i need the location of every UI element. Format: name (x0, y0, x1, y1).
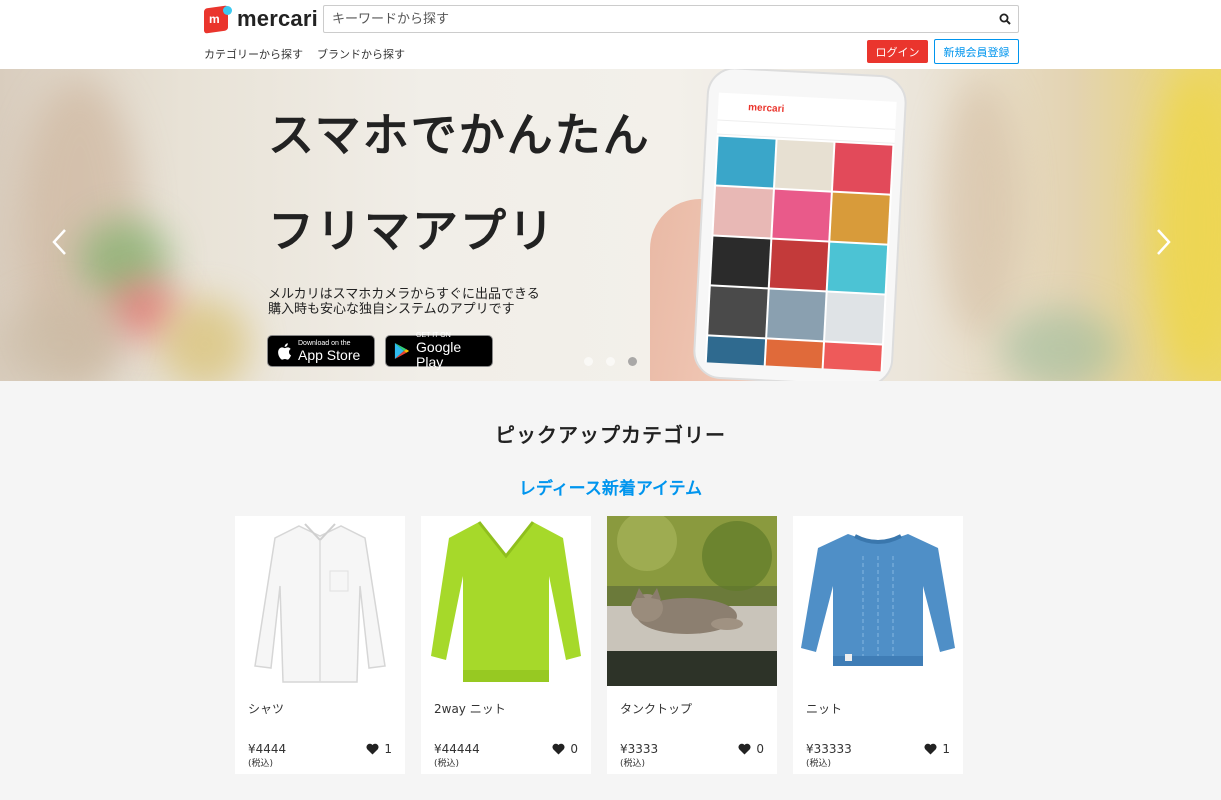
item-likes[interactable]: 1 (366, 742, 392, 756)
phone-screen: mercari (704, 92, 897, 372)
mercari-logo[interactable]: m mercari (204, 5, 318, 34)
item-tax-note: (税込) (806, 759, 832, 769)
pickup-category-title: ピックアップカテゴリー (495, 423, 726, 447)
item-likes-count: 1 (384, 742, 392, 756)
phone-item-grid (705, 135, 895, 372)
hero-subtitle-line1: メルカリはスマホカメラからすぐに出品できる (268, 287, 540, 302)
item-image-blue-knit[interactable] (793, 516, 963, 686)
carousel-dot-3[interactable] (628, 357, 637, 366)
heart-icon (924, 743, 937, 755)
search-input[interactable] (324, 6, 1018, 32)
item-image-tanktop[interactable] (607, 516, 777, 686)
phone-screen-logo: mercari (747, 102, 785, 116)
phone-mockup: mercari (691, 69, 909, 381)
item-tax-note: (税込) (620, 759, 646, 769)
nav-brand-search[interactable]: ブランドから探す (317, 46, 405, 62)
item-likes[interactable]: 1 (924, 742, 950, 756)
item-price: ¥4444 (248, 742, 287, 756)
item-price: ¥44444 (434, 742, 480, 756)
item-tax-note: (税込) (248, 759, 274, 769)
carousel-dot-2[interactable] (606, 357, 615, 366)
google-play-button[interactable]: GET IT ON Google Play (385, 332, 493, 370)
google-play-icon (394, 342, 410, 360)
item-likes[interactable]: 0 (552, 742, 578, 756)
ladies-new-items-link[interactable]: レディース新着アイテム (0, 474, 1221, 499)
chevron-right-icon[interactable] (1153, 227, 1173, 257)
item-likes-count: 0 (756, 742, 764, 756)
search-icon[interactable] (999, 13, 1011, 25)
search-box (323, 5, 1019, 33)
apple-icon (278, 342, 291, 360)
item-card[interactable]: シャツ ¥4444 (税込) 1 (235, 516, 405, 774)
mercari-logo-mark: m (204, 5, 232, 34)
item-likes-count: 0 (570, 742, 578, 756)
hero-subtitle-line2: 購入時も安心な独自システムのアプリです (268, 302, 515, 317)
heart-icon (552, 743, 565, 755)
item-card-list: シャツ ¥4444 (税込) 1 2way ニット ¥44444 (税込) 0 (235, 516, 963, 774)
item-price: ¥33333 (806, 742, 852, 756)
heart-icon (738, 743, 751, 755)
item-card[interactable]: 2way ニット ¥44444 (税込) 0 (421, 516, 591, 774)
nav-category-search[interactable]: カテゴリーから探す (204, 46, 303, 62)
item-image-shirt[interactable] (235, 516, 405, 686)
item-name: タンクトップ (620, 702, 693, 716)
hero-title-line1: スマホでかんたん (268, 108, 651, 162)
hero-title-line2: フリマアプリ (268, 204, 556, 258)
hero-carousel: スマホでかんたん フリマアプリ メルカリはスマホカメラからすぐに出品できる 購入… (0, 69, 1221, 381)
item-card[interactable]: ニット ¥33333 (税込) 1 (793, 516, 963, 774)
logo-text: mercari (237, 6, 318, 31)
item-image-knit[interactable] (421, 516, 591, 686)
item-name: 2way ニット (434, 702, 506, 716)
item-likes[interactable]: 0 (738, 742, 764, 756)
carousel-dots (584, 357, 637, 366)
item-tax-note: (税込) (434, 759, 460, 769)
chevron-left-icon[interactable] (50, 227, 70, 257)
carousel-dot-1[interactable] (584, 357, 593, 366)
item-name: ニット (806, 702, 843, 716)
item-name: シャツ (248, 702, 285, 716)
google-play-big-text: Google Play (416, 339, 462, 370)
heart-icon (366, 743, 379, 755)
item-card[interactable]: タンクトップ ¥3333 (税込) 0 (607, 516, 777, 774)
login-button[interactable]: ログイン (867, 40, 928, 63)
site-header: m mercari カテゴリーから探す ブランドから探す ログイン 新規会員登録 (0, 0, 1221, 69)
item-price: ¥3333 (620, 742, 659, 756)
app-store-button[interactable]: Download on the App Store (267, 335, 375, 367)
register-button[interactable]: 新規会員登録 (934, 39, 1019, 64)
app-store-big-text: App Store (298, 346, 361, 363)
item-likes-count: 1 (942, 742, 950, 756)
